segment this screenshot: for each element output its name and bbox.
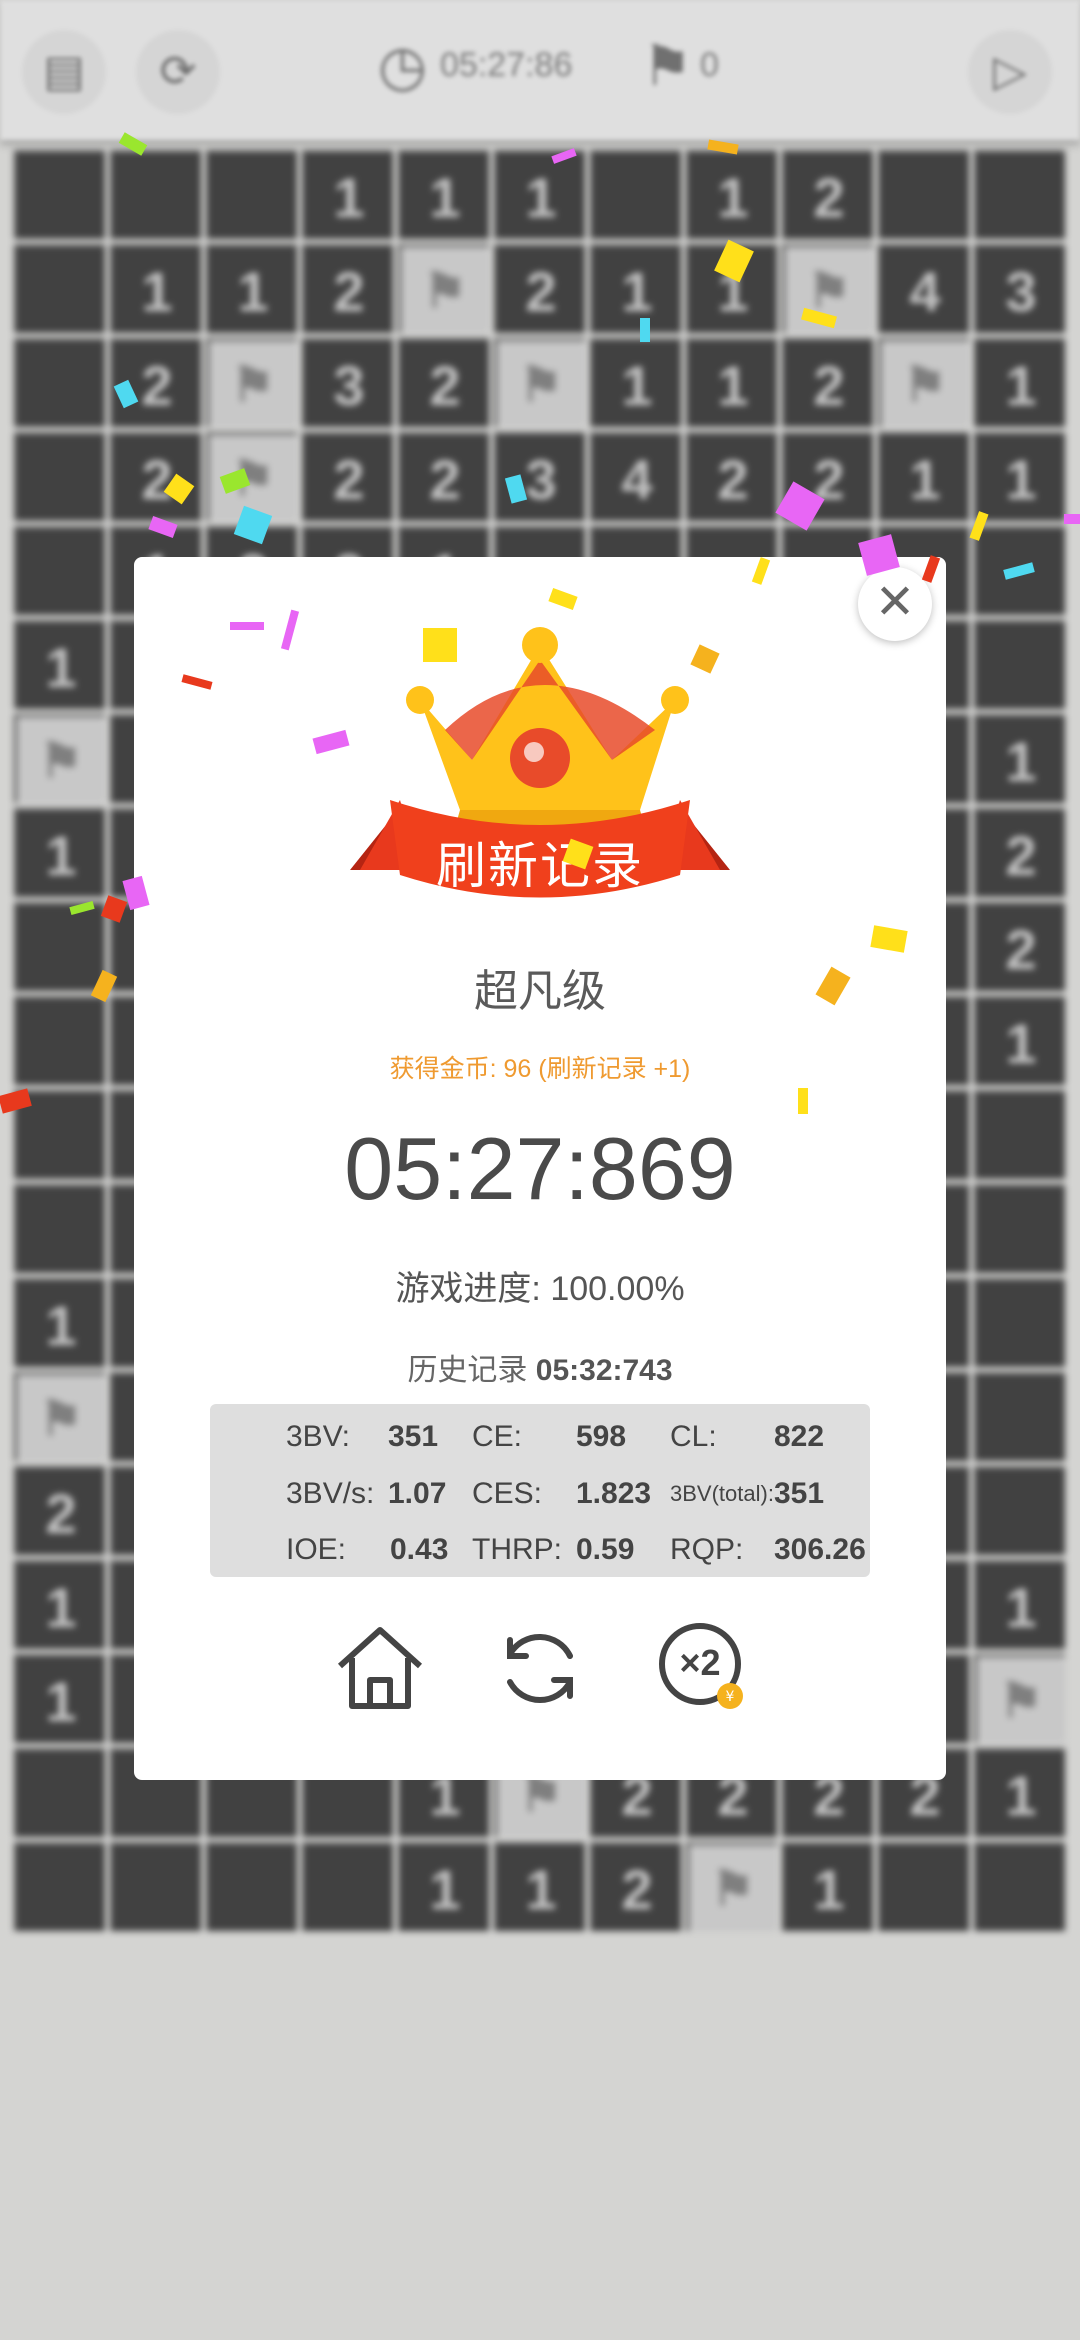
stat-value-ces: 1.823 [576,1477,652,1510]
difficulty-level: 超凡级 [474,967,606,1016]
stats-row: 3BV/s: 1.07 CES: 1.823 3BV(total): 351 [210,1474,870,1514]
stat-label: CL: [670,1420,717,1453]
double-coins-button[interactable]: ¥ ×2 [656,1620,752,1720]
stat-value-ioe: 0.43 [390,1533,449,1566]
history-label: 历史记录 [407,1354,528,1387]
stat-label: 3BV(total): [670,1481,774,1506]
stat-label: 3BV: [286,1420,350,1453]
refresh-icon [507,1633,573,1703]
history-value: 05:32:743 [535,1354,673,1387]
home-button[interactable] [332,1620,428,1716]
stat-value-3bvs: 1.07 [388,1477,447,1510]
stat-label: CE: [472,1420,523,1453]
stats-panel: 3BV: 351 CE: 598 CL: 822 3BV/s: 1.07 CES… [210,1404,870,1577]
close-button[interactable]: ✕ [858,567,932,641]
stat-label: RQP: [670,1533,744,1566]
stats-row: IOE: 0.43 THRP: 0.59 RQP: 306.26 [210,1530,870,1570]
stat-label: THRP: [472,1533,562,1566]
stat-value-rqp: 306.26 [774,1533,866,1566]
stat-label: CES: [472,1477,543,1510]
stat-value-ce: 598 [576,1420,627,1453]
final-time: 05:27:869 [344,1119,736,1218]
game-progress: 游戏进度: 100.00% [395,1270,685,1308]
coins-earned: 获得金币: 96 (刷新记录 +1) [389,1055,691,1083]
stat-value-cl: 822 [774,1420,825,1453]
new-record-ribbon: 刷新记录 [436,838,644,894]
home-icon [337,1627,423,1709]
close-icon: ✕ [874,576,916,629]
stat-value-thrp: 0.59 [576,1533,635,1566]
stat-value-3bv-total: 351 [774,1477,825,1510]
svg-text:¥: ¥ [726,1689,735,1705]
stat-label: IOE: [286,1533,347,1566]
stat-value-3bv: 351 [388,1420,439,1453]
double-label: ×2 [679,1642,721,1683]
replay-button[interactable] [492,1620,588,1716]
stat-label: 3BV/s: [286,1477,375,1510]
history-record: 历史记录 05:32:743 [134,1345,946,1389]
stats-row: 3BV: 351 CE: 598 CL: 822 [210,1417,870,1457]
